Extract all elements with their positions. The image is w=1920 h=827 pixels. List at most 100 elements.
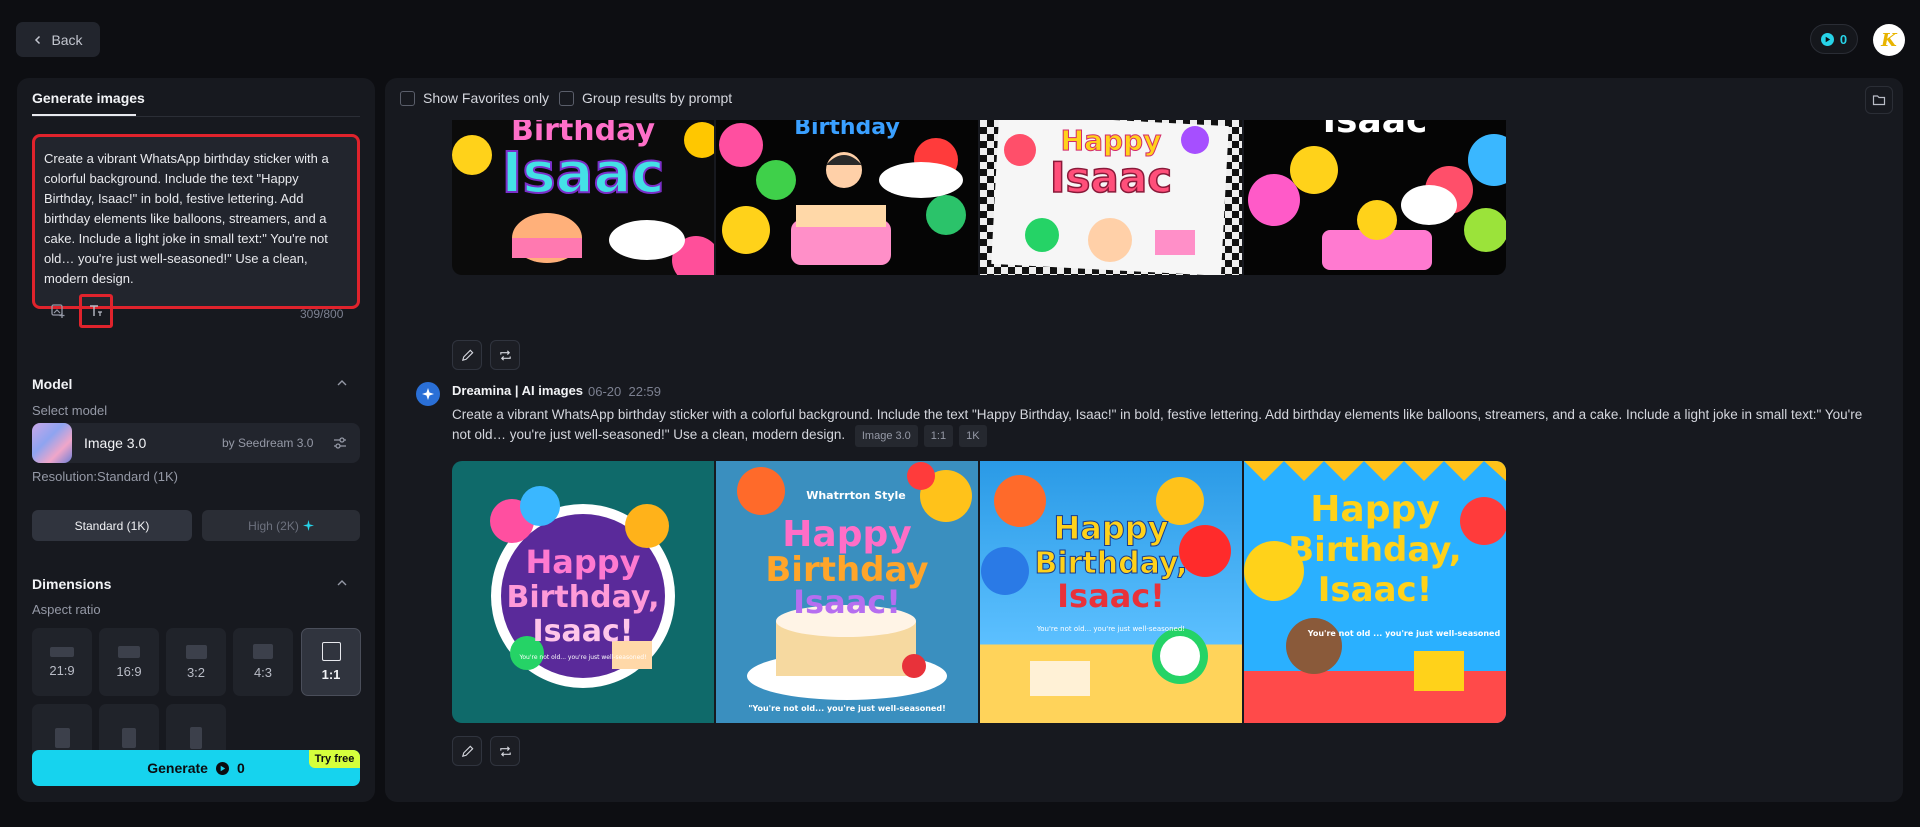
sticker-small-text: You're not old... you're just well-seaso… bbox=[1036, 625, 1185, 633]
sticker-text: Isaac! bbox=[1057, 577, 1165, 615]
model-tag: Image 3.0 bbox=[854, 425, 918, 447]
aspect-icon bbox=[122, 728, 136, 748]
resolution-high-button[interactable]: High (2K) bbox=[202, 510, 360, 541]
model-section-title: Model bbox=[32, 376, 73, 392]
result-row-current: Happy Birthday, Isaac! You're not old...… bbox=[452, 461, 1506, 723]
sticker-text: Isaac bbox=[1050, 153, 1172, 202]
credit-coin-icon bbox=[1820, 32, 1834, 46]
sticker-small-text: You're not old ... you're just well-seas… bbox=[1307, 629, 1501, 638]
char-count: 309/800 bbox=[300, 307, 344, 321]
checkbox[interactable] bbox=[559, 90, 574, 106]
back-button[interactable]: Back bbox=[16, 22, 100, 57]
regenerate-button[interactable] bbox=[490, 340, 520, 370]
result-image[interactable]: Happy Birthday, Isaac! You're not old ..… bbox=[1244, 461, 1506, 723]
back-label: Back bbox=[51, 31, 83, 48]
aspect-16-9-icon bbox=[118, 645, 140, 658]
image-reference-button[interactable] bbox=[43, 296, 73, 326]
aspect-1-1-option[interactable]: 1:1 bbox=[301, 628, 361, 696]
generation-prompt-text: Create a vibrant WhatsApp birthday stick… bbox=[452, 407, 1863, 442]
generation-date: 06-20 bbox=[588, 384, 622, 399]
regenerate-button[interactable] bbox=[490, 736, 520, 766]
credits-pill[interactable]: 0 bbox=[1810, 24, 1858, 54]
model-thumbnail bbox=[32, 423, 72, 463]
credit-coin-icon bbox=[215, 761, 229, 775]
chevron-up-icon[interactable] bbox=[335, 576, 349, 590]
credits-count: 0 bbox=[1839, 31, 1848, 47]
active-tab-indicator bbox=[32, 114, 136, 116]
sliders-icon[interactable] bbox=[332, 435, 348, 451]
resolution-tag: 1K bbox=[959, 425, 987, 447]
model-provider: by Seedream 3.0 bbox=[222, 436, 314, 450]
aspect-21-9-icon bbox=[50, 646, 74, 657]
prompt-box[interactable]: Create a vibrant WhatsApp birthday stick… bbox=[32, 134, 360, 309]
image-add-icon bbox=[51, 304, 65, 318]
generate-label: Generate bbox=[147, 760, 208, 776]
sticker-text: Birthday bbox=[794, 120, 900, 140]
tab-generate-images[interactable]: Generate images bbox=[32, 90, 145, 106]
resolution-label: Resolution:Standard (1K) bbox=[32, 469, 178, 484]
generation-prompt[interactable]: Create a vibrant WhatsApp birthday stick… bbox=[452, 405, 1872, 447]
sticker-brand-text: Whatrrton Style bbox=[806, 489, 906, 502]
aspect-label: 3:2 bbox=[186, 664, 206, 680]
result-image[interactable]: Happy Birthday, Isaac! You're not old...… bbox=[452, 461, 714, 723]
author-name: Dreamina | AI images bbox=[452, 383, 584, 398]
chevron-left-icon bbox=[35, 35, 41, 44]
avatar[interactable]: K bbox=[1873, 24, 1905, 56]
select-model-label: Select model bbox=[32, 403, 108, 418]
aspect-label: 16:9 bbox=[116, 663, 142, 679]
aspect-label: 4:3 bbox=[253, 665, 273, 680]
result-image[interactable]: Happy Birthday, Isaac! You're not old...… bbox=[980, 461, 1242, 723]
sparkle-icon bbox=[302, 520, 314, 531]
aspect-icon bbox=[190, 727, 202, 749]
show-favorites-toggle[interactable]: Show Favorites only bbox=[400, 90, 549, 106]
result-image[interactable]: Birthday bbox=[716, 120, 978, 275]
sticker-text: Isaac bbox=[1323, 120, 1428, 141]
repeat-icon bbox=[499, 745, 511, 757]
aspect-21-9-option[interactable]: 21:9 bbox=[32, 628, 92, 696]
aspect-label: 1:1 bbox=[321, 667, 341, 682]
aspect-4-3-icon bbox=[253, 644, 273, 659]
folder-button[interactable] bbox=[1865, 86, 1893, 114]
model-selector[interactable]: Image 3.0 by Seedream 3.0 bbox=[32, 423, 360, 463]
sticker-text: Happy bbox=[525, 543, 640, 581]
chevron-up-icon[interactable] bbox=[335, 376, 349, 390]
aspect-3-2-icon bbox=[185, 644, 207, 659]
generate-cost: 0 bbox=[236, 760, 245, 776]
edit-button[interactable] bbox=[452, 340, 482, 370]
generation-panel: Generate images Create a vibrant WhatsAp… bbox=[17, 78, 375, 802]
sticker-small-text: "You're not old... you're just well-seas… bbox=[748, 704, 945, 713]
aspect-3-2-option[interactable]: 3:2 bbox=[166, 628, 226, 696]
generation-timestamp: 06-20 22:59 bbox=[588, 384, 661, 399]
dreamina-logo-icon bbox=[416, 382, 440, 406]
resolution-standard-button[interactable]: Standard (1K) bbox=[32, 510, 192, 541]
sticker-illustration: Isaac bbox=[1248, 120, 1506, 270]
result-image[interactable]: Whatrrton Style Happy Birthday Isaac! "Y… bbox=[716, 461, 978, 723]
checkbox[interactable] bbox=[400, 90, 415, 106]
resolution-high-label: High (2K) bbox=[248, 518, 299, 533]
edit-button[interactable] bbox=[452, 736, 482, 766]
divider bbox=[32, 116, 360, 117]
text-icon bbox=[90, 305, 102, 316]
sticker-small-text: You're not old... you're just well-seaso… bbox=[519, 654, 647, 661]
sticker-text: Birthday, bbox=[506, 580, 659, 615]
sticker-text: Happy bbox=[782, 514, 911, 555]
show-favorites-label: Show Favorites only bbox=[423, 90, 550, 106]
sticker-text: Birthday, bbox=[1288, 530, 1461, 570]
prompt-input[interactable]: Create a vibrant WhatsApp birthday stick… bbox=[44, 149, 349, 289]
sticker-illustration: Happy Birthday, Isaac! You're not old ..… bbox=[1244, 461, 1506, 723]
sticker-illustration: Whatrrton Style Happy Birthday Isaac! "Y… bbox=[737, 462, 972, 713]
pencil-icon bbox=[461, 745, 473, 757]
result-image[interactable]: Birthday Isaac bbox=[452, 120, 714, 275]
result-row-previous: Birthday Isaac Birthday Happy Isaac Isaa… bbox=[452, 120, 1506, 275]
result-image[interactable]: Isaac bbox=[1244, 120, 1506, 275]
sticker-illustration: Happy Birthday, Isaac! You're not old...… bbox=[981, 475, 1231, 696]
sticker-text: Isaac bbox=[502, 141, 665, 206]
text-style-button[interactable] bbox=[79, 294, 113, 328]
aspect-1-1-icon bbox=[321, 642, 341, 661]
group-results-toggle[interactable]: Group results by prompt bbox=[559, 90, 732, 106]
result-image[interactable]: Happy Isaac bbox=[980, 120, 1242, 275]
results-panel: Show Favorites only Group results by pro… bbox=[385, 78, 1903, 802]
aspect-16-9-option[interactable]: 16:9 bbox=[99, 628, 159, 696]
aspect-4-3-option[interactable]: 4:3 bbox=[233, 628, 293, 696]
folder-icon bbox=[1872, 95, 1886, 106]
